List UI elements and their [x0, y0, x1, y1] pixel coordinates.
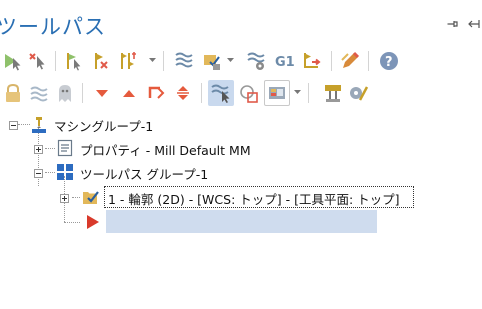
lock-button[interactable]	[0, 80, 26, 106]
toolbar-separator	[331, 51, 332, 71]
shape-icon	[240, 85, 258, 103]
pin-icon[interactable]	[447, 18, 459, 30]
toolpath-group-icon	[57, 164, 73, 180]
tree-node-properties[interactable]: プロパティ - Mill Default MM	[0, 137, 482, 161]
tree-node-machine-group[interactable]: マシングループ-1	[0, 113, 482, 137]
flag-x-icon	[95, 53, 108, 69]
machine-icon	[32, 117, 46, 133]
move-down-button[interactable]	[89, 80, 115, 106]
show-selected-button[interactable]	[208, 80, 234, 106]
insert-arrow-icon	[87, 215, 99, 229]
help-button[interactable]: ?	[376, 48, 402, 74]
wave-cursor-icon	[211, 84, 230, 103]
chevron-down-icon[interactable]	[227, 58, 234, 63]
g1-button[interactable]: G1	[271, 48, 297, 74]
expand-toggle[interactable]	[34, 145, 43, 154]
edit-button[interactable]	[337, 48, 363, 74]
verify-button[interactable]	[320, 80, 346, 106]
selection-highlight	[106, 210, 377, 233]
check-folder-icon	[204, 55, 220, 70]
panel-title: ツールパス	[0, 15, 106, 39]
chevron-down-icon[interactable]	[294, 90, 301, 95]
select-all-ops-button[interactable]	[0, 48, 26, 74]
arrow-x-icon	[29, 53, 45, 70]
tree-node-insert-arrow[interactable]	[0, 210, 482, 234]
pencil-icon	[341, 51, 360, 68]
arrow-select-icon	[5, 54, 21, 71]
toolbar-separator	[82, 83, 83, 103]
toolbar-separator	[201, 83, 202, 103]
dock-icon[interactable]	[468, 18, 480, 30]
post-arrow-icon	[304, 53, 321, 68]
triangle-up-icon	[123, 90, 135, 97]
wave-icon	[30, 86, 48, 102]
toolbar-row-2	[0, 79, 482, 109]
toolbar-separator	[55, 51, 56, 71]
g1-icon: G1	[275, 55, 295, 70]
sort-dropdown-icon	[121, 52, 136, 69]
post-button[interactable]	[299, 48, 325, 74]
properties-label: プロパティ - Mill Default MM	[80, 143, 251, 158]
updown-icon	[177, 86, 189, 100]
toolpath-group-label: ツールパス グループ-1	[80, 167, 209, 182]
operation-folder-check-icon	[83, 191, 99, 204]
collapse-toggle[interactable]	[9, 121, 18, 130]
wave-gear-icon	[247, 52, 265, 70]
insert-arrow-icon	[148, 86, 165, 99]
move-up-button[interactable]	[116, 80, 142, 106]
wave-toggle-button[interactable]	[26, 80, 52, 106]
properties-icon	[57, 139, 73, 157]
tree-node-toolpath-group[interactable]: ツールパス グループ-1	[0, 161, 482, 185]
delete-button[interactable]	[88, 48, 114, 74]
regen-dirty-button[interactable]	[199, 48, 225, 74]
collapse-toggle[interactable]	[34, 169, 43, 178]
operation-label: 1 - 輪郭 (2D) - [WCS: トップ] - [工具平面: トップ]	[108, 192, 400, 207]
chevron-down-icon[interactable]	[149, 58, 156, 63]
machine-group-label: マシングループ-1	[54, 119, 154, 134]
verify-icon	[325, 85, 341, 102]
panel-title-bar: ツールパス	[0, 0, 482, 44]
toolbar-separator	[163, 51, 164, 71]
backplot-button[interactable]	[345, 80, 371, 106]
display-dropdown-icon	[269, 87, 285, 99]
wave-layers-icon	[175, 52, 193, 68]
toolpath-tree: マシングループ-1 プロパティ - Mill Default MM ツールパス …	[0, 110, 482, 309]
display-options-button[interactable]	[264, 80, 290, 106]
svg-text:?: ?	[385, 55, 393, 70]
expand-toggle[interactable]	[60, 194, 69, 203]
ghost-button[interactable]	[52, 80, 78, 106]
toolpaths-panel: ツールパス G1 ? マシングループ-1 プロパティ - Mill Defaul…	[0, 0, 482, 309]
backplot-icon	[350, 86, 369, 101]
insert-arrow-button[interactable]	[143, 80, 169, 106]
toolbar-row-1: G1 ?	[0, 47, 482, 77]
regen-all-button[interactable]	[171, 48, 197, 74]
select-failed-button[interactable]	[61, 48, 87, 74]
help-icon: ?	[380, 52, 398, 70]
shape-button[interactable]	[236, 80, 262, 106]
sort-button[interactable]	[116, 48, 142, 74]
toolbar-separator	[308, 83, 309, 103]
expand-collapse-button[interactable]	[170, 80, 196, 106]
regen-selected-button[interactable]	[243, 48, 269, 74]
lock-icon	[6, 83, 20, 102]
deselect-button[interactable]	[26, 48, 52, 74]
ghost-icon	[59, 85, 71, 102]
triangle-down-icon	[96, 90, 108, 97]
tree-node-operation[interactable]: 1 - 輪郭 (2D) - [WCS: トップ] - [工具平面: トップ]	[0, 186, 482, 210]
svg-text:G1: G1	[275, 55, 295, 70]
arrow-flag-icon	[67, 53, 81, 71]
toolbar-separator	[368, 51, 369, 71]
